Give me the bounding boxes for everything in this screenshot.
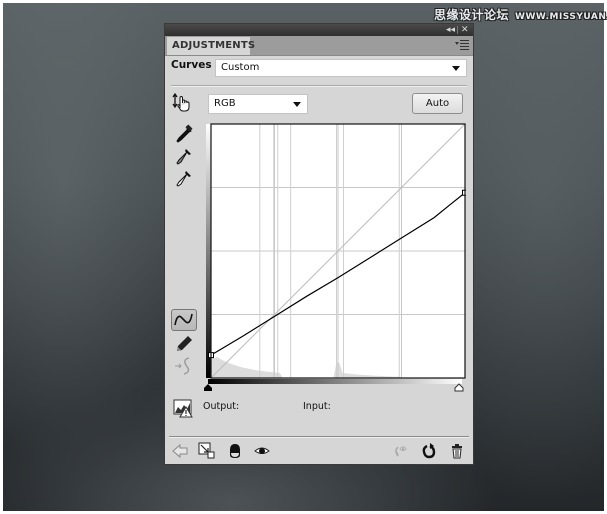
clipping-warning-icon[interactable] (172, 397, 194, 419)
input-gradient-bar (208, 379, 462, 384)
white-point-slider[interactable] (454, 383, 464, 392)
view-previous-state-icon[interactable] (392, 442, 410, 460)
clip-to-layer-icon[interactable] (198, 442, 216, 460)
chevron-down-icon (293, 102, 301, 107)
panel-menu-icon[interactable] (455, 39, 469, 51)
preset-value: Custom (221, 62, 260, 73)
tab-row: ADJUSTMENTS (165, 36, 473, 56)
pencil-draw-icon[interactable] (173, 333, 195, 355)
input-label: Input: (303, 401, 331, 412)
curves-graph[interactable] (202, 123, 466, 398)
tab-adjustments[interactable]: ADJUSTMENTS (167, 37, 255, 55)
adjustments-panel: ◂◂ ✕ ADJUSTMENTS Curves Custom RGB Auto (165, 24, 473, 464)
bottom-divider (169, 436, 469, 438)
reset-icon[interactable] (420, 442, 438, 460)
on-image-adjust-icon[interactable] (171, 92, 193, 114)
chevron-down-icon (452, 66, 460, 71)
divider (171, 85, 467, 87)
auto-button[interactable]: Auto (412, 93, 463, 114)
close-icon[interactable]: ✕ (461, 24, 469, 36)
output-label: Output: (203, 401, 240, 412)
trash-icon[interactable] (448, 442, 466, 460)
black-point-eyedropper-icon[interactable] (173, 124, 195, 146)
channel-value: RGB (214, 98, 236, 109)
curve-edit-points-icon[interactable] (171, 309, 197, 331)
watermark: 思缘设计论坛 WWW.MISSYUAN.COM (434, 6, 607, 23)
adjustment-type-label: Curves (171, 59, 212, 71)
curves-plot[interactable] (208, 123, 466, 381)
preset-dropdown[interactable]: Custom (215, 59, 467, 77)
channel-dropdown[interactable]: RGB (208, 94, 308, 114)
eye-icon[interactable] (253, 442, 271, 460)
layer-mask-visibility-icon[interactable] (226, 442, 244, 460)
panel-titlebar[interactable]: ◂◂ ✕ (165, 24, 473, 36)
gray-point-eyedropper-icon[interactable] (173, 146, 195, 168)
titlebar-divider (457, 26, 458, 34)
back-arrow-icon[interactable] (171, 442, 189, 460)
watermark-cn: 思缘设计论坛 (434, 8, 510, 22)
watermark-url: WWW.MISSYUAN.COM (515, 12, 607, 22)
white-point-eyedropper-icon[interactable] (173, 168, 195, 190)
black-point-slider[interactable] (203, 383, 213, 392)
smooth-curve-icon[interactable] (173, 355, 195, 377)
double-chevron-left-icon[interactable]: ◂◂ (446, 24, 455, 36)
